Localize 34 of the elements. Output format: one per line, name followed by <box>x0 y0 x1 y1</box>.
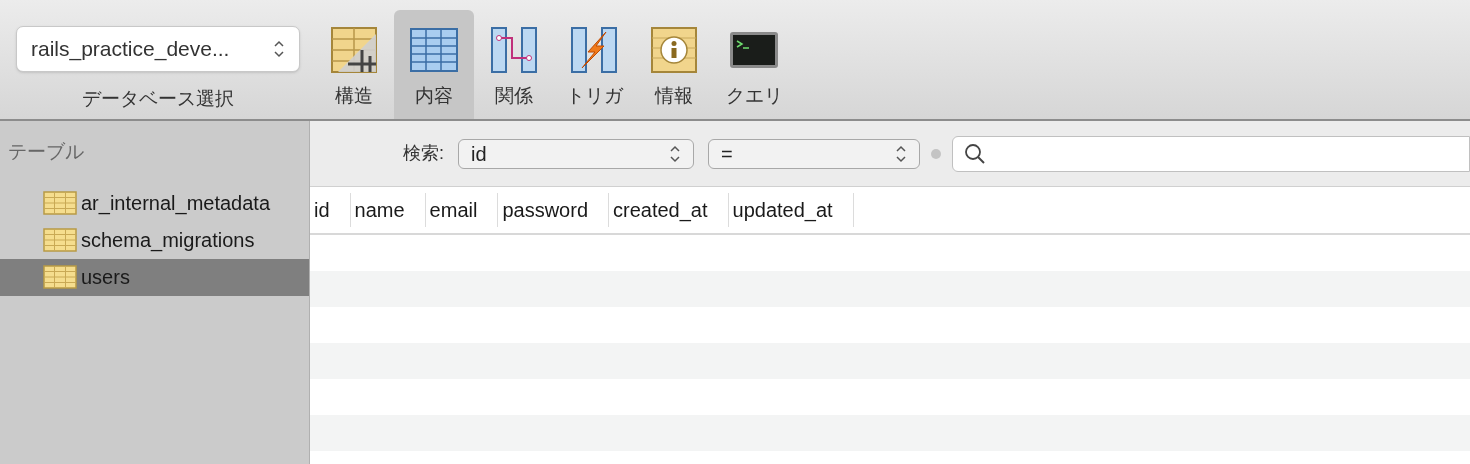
sidebar-heading: テーブル <box>8 140 84 164</box>
column-header[interactable]: created_at <box>609 193 729 227</box>
toolbar-button[interactable]: トリガ <box>554 10 634 119</box>
sidebar-item[interactable]: users <box>0 258 309 296</box>
toolbar-button[interactable]: クエリ <box>714 10 794 119</box>
sidebar-item[interactable]: schema_migrations <box>0 221 309 259</box>
sidebar-item[interactable]: ar_internal_metadata <box>0 184 309 222</box>
table-icon <box>43 191 77 215</box>
database-select-label: データベース選択 <box>82 87 234 111</box>
search-field[interactable] <box>952 135 1470 172</box>
operator-select[interactable]: = <box>708 138 920 169</box>
toolbar-button[interactable]: 情報 <box>634 10 714 119</box>
field-select[interactable]: id <box>458 138 694 169</box>
column-header[interactable]: name <box>350 193 426 227</box>
column-header[interactable]: password <box>498 193 609 227</box>
filter-label: 検索: <box>403 142 444 165</box>
toolbar-button[interactable]: 関係 <box>474 10 554 119</box>
toolbar-button[interactable]: 内容 <box>394 10 474 119</box>
linked-tables-icon <box>488 24 540 76</box>
column-header[interactable]: email <box>425 193 499 227</box>
status-dot-icon <box>930 147 942 160</box>
table-icon <box>43 228 77 252</box>
tables-lightning-icon <box>568 24 620 76</box>
search-icon <box>963 141 987 166</box>
info-icon <box>648 24 700 76</box>
table-ruler-icon <box>328 24 380 76</box>
toolbar-button[interactable]: 構造 <box>314 10 394 119</box>
column-header[interactable]: id <box>310 193 351 227</box>
chevron-updown-icon <box>273 39 285 59</box>
table-icon <box>43 265 77 289</box>
chevron-updown-icon <box>669 143 681 164</box>
column-header[interactable]: updated_at <box>728 193 854 227</box>
database-select[interactable]: rails_practice_deve... <box>16 26 300 72</box>
chevron-updown-icon <box>895 143 907 164</box>
